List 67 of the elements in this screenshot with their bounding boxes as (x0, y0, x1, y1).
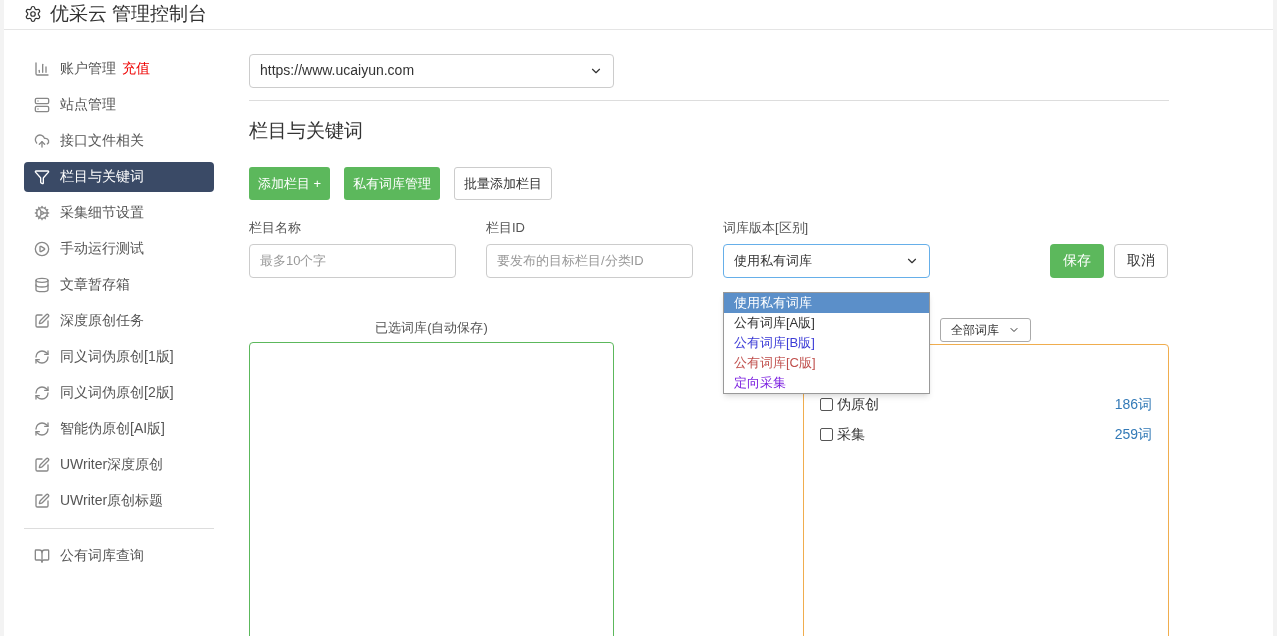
word-count-link[interactable]: 186词 (1114, 394, 1152, 415)
edit-icon (34, 312, 50, 329)
sidebar-label: 深度原创任务 (60, 311, 144, 330)
selected-label: 已选词库(自动保存) (375, 318, 488, 337)
sidebar-item[interactable]: 接口文件相关 (24, 125, 214, 156)
gear-icon (34, 204, 50, 221)
cancel-button[interactable]: 取消 (1114, 243, 1168, 278)
sidebar-item[interactable]: 账户管理 充值 (24, 53, 214, 84)
library-select[interactable]: 使用私有词库 (723, 243, 930, 278)
word-count-link[interactable]: 259词 (1114, 424, 1152, 445)
field-label: 栏目ID (486, 219, 526, 237)
dropdown-option[interactable]: 定向采集 (724, 373, 929, 393)
library-checkbox[interactable] (820, 428, 833, 441)
refresh-icon (34, 384, 50, 401)
sidebar-item[interactable]: 同义词伪原创[2版] (24, 377, 214, 408)
sidebar-item[interactable]: 手动运行测试 (24, 233, 214, 264)
dropdown-option[interactable]: 公有词库[C版] (724, 353, 929, 373)
library-name: 采集 (837, 425, 865, 444)
sidebar-item[interactable]: 深度原创任务 (24, 305, 214, 336)
toolbar-button[interactable]: 批量添加栏目 (454, 167, 553, 200)
dropdown-option[interactable]: 公有词库[A版] (724, 313, 929, 333)
bar-chart-icon (34, 60, 50, 77)
site-select[interactable]: https://www.ucaiyun.com (249, 53, 614, 88)
refresh-icon (34, 420, 50, 437)
sidebar-item[interactable]: 智能伪原创[AI版] (24, 413, 214, 444)
sidebar-label: UWriter深度原创 (60, 455, 164, 474)
sidebar-item[interactable]: 站点管理 (24, 89, 214, 120)
field-label: 栏目名称 (249, 219, 302, 237)
server-icon (34, 96, 50, 113)
filter-icon (34, 168, 50, 185)
text-field[interactable]: 最多10个字 (249, 243, 456, 278)
sidebar-label: 同义词伪原创[1版] (60, 347, 174, 366)
edit-icon (34, 456, 50, 473)
section-title: 栏目与关键词 (249, 118, 364, 143)
sidebar-label: 账户管理 (60, 59, 116, 78)
sidebar-label: 接口文件相关 (60, 131, 144, 150)
settings-icon (24, 5, 42, 24)
app-title: 优采云 管理控制台 (50, 2, 208, 26)
refresh-icon (34, 348, 50, 365)
cloud-upload-icon (34, 132, 50, 149)
sidebar-label: UWriter原创标题 (60, 491, 164, 510)
library-checkbox[interactable] (820, 398, 833, 411)
field-label: 词库版本[区别] (723, 219, 810, 237)
sidebar-label: 站点管理 (60, 95, 116, 114)
sidebar-item[interactable]: UWriter深度原创 (24, 449, 214, 480)
text-field[interactable]: 要发布的目标栏目/分类ID (486, 243, 693, 278)
sidebar-item[interactable]: 文章暂存箱 (24, 269, 214, 300)
play-icon (34, 240, 50, 257)
recharge-link[interactable]: 充值 (122, 58, 150, 79)
sidebar-item[interactable]: 栏目与关键词 (24, 161, 214, 192)
database-icon (34, 276, 50, 293)
sidebar-label: 手动运行测试 (60, 239, 144, 258)
book-icon (34, 547, 50, 564)
sidebar-label: 文章暂存箱 (60, 275, 130, 294)
sidebar-label: 采集细节设置 (60, 203, 144, 222)
sidebar-item[interactable]: 同义词伪原创[1版] (24, 341, 214, 372)
sidebar-label: 公有词库查询 (60, 546, 144, 565)
dropdown-option[interactable]: 公有词库[B版] (724, 333, 929, 353)
sidebar-label: 同义词伪原创[2版] (60, 383, 174, 402)
sidebar-item[interactable]: 采集细节设置 (24, 197, 214, 228)
sidebar-label: 栏目与关键词 (60, 167, 144, 186)
library-name: 伪原创 (837, 395, 879, 414)
edit-icon (34, 492, 50, 509)
sidebar-item[interactable]: 公有词库查询 (24, 540, 214, 571)
filter-select[interactable]: 全部词库 (940, 317, 1031, 342)
sidebar-item[interactable]: UWriter原创标题 (24, 485, 214, 516)
sidebar-label: 智能伪原创[AI版] (60, 419, 165, 438)
